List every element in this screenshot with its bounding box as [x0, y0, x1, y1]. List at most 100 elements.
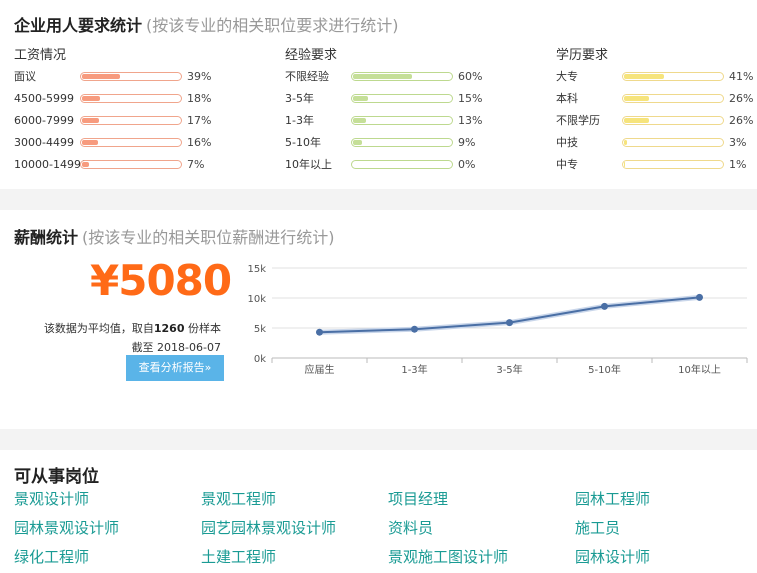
- requirement-percent: 7%: [187, 158, 205, 171]
- data-point: [601, 302, 608, 310]
- progress-bar: [622, 138, 724, 147]
- requirement-row: 本科 26%: [556, 88, 757, 110]
- section-divider: [0, 189, 757, 210]
- x-tick-label: 5-10年: [588, 363, 621, 376]
- requirement-label: 4500-5999: [14, 92, 74, 105]
- progress-bar: [622, 94, 724, 103]
- data-point: [411, 325, 418, 333]
- requirements-section: 企业用人要求统计 (按该专业的相关职位要求进行统计) 工资情况面议 39% 4500-…: [0, 0, 757, 189]
- progress-fill: [624, 140, 627, 145]
- requirements-heading: 企业用人要求统计 (按该专业的相关职位要求进行统计): [14, 12, 399, 36]
- progress-bar: [351, 72, 453, 81]
- y-tick-label: 15k: [247, 264, 266, 275]
- progress-bar: [622, 72, 724, 81]
- requirement-percent: 39%: [187, 70, 212, 83]
- x-tick-label: 10年以上: [678, 363, 721, 376]
- job-link[interactable]: 园艺园林景观设计师: [201, 517, 336, 538]
- job-link[interactable]: 园林景观设计师: [14, 517, 119, 538]
- requirement-percent: 1%: [729, 158, 747, 171]
- salary-subtitle: (按该专业的相关职位薪酬进行统计): [82, 228, 335, 247]
- salary-date: 截至 2018-06-07: [131, 341, 221, 354]
- progress-bar: [622, 160, 724, 169]
- progress-fill: [353, 118, 366, 123]
- requirement-label: 6000-7999: [14, 114, 74, 127]
- requirement-column-title: 工资情况: [14, 48, 67, 63]
- view-report-button[interactable]: 查看分析报告»: [126, 355, 224, 381]
- salary-note-prefix: 该数据为平均值，取自: [43, 322, 154, 335]
- progress-fill: [624, 118, 649, 123]
- salary-title: 薪酬统计: [14, 228, 79, 247]
- requirement-label: 5-10年: [285, 136, 321, 149]
- salary-note: 该数据为平均值，取自1260 份样本: [44, 320, 221, 336]
- requirement-label: 中技: [556, 136, 578, 149]
- jobs-title: 可从事岗位: [14, 467, 99, 487]
- progress-fill: [82, 118, 99, 123]
- requirement-label: 10000-14999: [14, 158, 88, 171]
- requirement-label: 10年以上: [285, 158, 332, 171]
- requirement-percent: 17%: [187, 114, 212, 127]
- x-tick-label: 3-5年: [496, 363, 522, 376]
- requirement-percent: 26%: [729, 114, 754, 127]
- requirements-title: 企业用人要求统计: [14, 16, 143, 35]
- requirement-label: 不限学历: [556, 114, 600, 127]
- requirement-row: 5-10年 9%: [285, 132, 505, 154]
- requirement-row: 不限经验 60%: [285, 66, 505, 88]
- requirement-column: 经验要求不限经验 60% 3-5年 15% 1-3年 13% 5-10年 9% 10年以上 0%: [285, 46, 505, 176]
- progress-bar: [351, 160, 453, 169]
- x-tick-label: 应届生: [305, 363, 335, 376]
- progress-fill: [353, 140, 362, 145]
- job-link[interactable]: 资料员: [388, 517, 433, 538]
- requirements-subtitle: (按该专业的相关职位要求进行统计): [146, 16, 399, 35]
- job-link[interactable]: 施工员: [575, 517, 620, 538]
- job-link[interactable]: 园林工程师: [575, 488, 650, 509]
- progress-bar: [351, 116, 453, 125]
- salary-line-chart: 0k 5k 10k 15k 应届生 1-3年 3-5年 5-10年 10年以上: [247, 264, 748, 376]
- requirement-label: 3-5年: [285, 92, 314, 105]
- x-tick-label: 1-3年: [401, 363, 427, 376]
- job-link[interactable]: 景观工程师: [201, 488, 276, 509]
- requirement-row: 6000-7999 17%: [14, 110, 234, 132]
- job-link[interactable]: 景观设计师: [14, 488, 89, 509]
- requirement-percent: 0%: [458, 158, 476, 171]
- requirement-column-title: 学历要求: [556, 48, 609, 63]
- requirement-column-title: 经验要求: [285, 48, 338, 63]
- job-link[interactable]: 土建工程师: [201, 546, 276, 567]
- requirement-label: 1-3年: [285, 114, 314, 127]
- progress-fill: [624, 96, 649, 101]
- job-link[interactable]: 园林设计师: [575, 546, 650, 567]
- progress-fill: [82, 140, 98, 145]
- requirement-label: 不限经验: [285, 70, 329, 83]
- y-tick-label: 10k: [247, 294, 266, 305]
- progress-bar: [80, 94, 182, 103]
- progress-bar: [80, 116, 182, 125]
- progress-fill: [624, 74, 664, 79]
- progress-bar: [622, 116, 724, 125]
- progress-fill: [82, 96, 100, 101]
- job-link[interactable]: 项目经理: [388, 488, 448, 509]
- data-point: [696, 293, 703, 301]
- salary-heading: 薪酬统计 (按该专业的相关职位薪酬进行统计): [14, 224, 335, 248]
- requirement-percent: 16%: [187, 136, 212, 149]
- requirement-label: 中专: [556, 158, 578, 171]
- progress-bar: [80, 138, 182, 147]
- requirement-label: 3000-4499: [14, 136, 74, 149]
- sample-count: 1260: [153, 322, 185, 335]
- requirement-label: 本科: [556, 92, 578, 105]
- requirement-percent: 60%: [458, 70, 483, 83]
- section-divider: [0, 429, 757, 450]
- job-link[interactable]: 绿化工程师: [14, 546, 89, 567]
- job-link[interactable]: 景观施工图设计师: [388, 546, 508, 567]
- requirement-percent: 15%: [458, 92, 483, 105]
- requirement-row: 3-5年 15%: [285, 88, 505, 110]
- requirement-column: 学历要求 大专 41% 本科 26% 不限学历 26% 中技 3% 中专 1%: [556, 46, 757, 176]
- progress-fill: [624, 162, 625, 167]
- progress-fill: [82, 74, 120, 79]
- requirement-row: 面议 39%: [14, 66, 234, 88]
- requirement-row: 4500-5999 18%: [14, 88, 234, 110]
- salary-note-suffix: 份样本: [184, 322, 221, 335]
- requirement-row: 1-3年 13%: [285, 110, 505, 132]
- requirement-label: 面议: [14, 70, 36, 83]
- progress-fill: [353, 74, 412, 79]
- requirement-row: 中专 1%: [556, 154, 757, 176]
- data-point: [506, 319, 513, 327]
